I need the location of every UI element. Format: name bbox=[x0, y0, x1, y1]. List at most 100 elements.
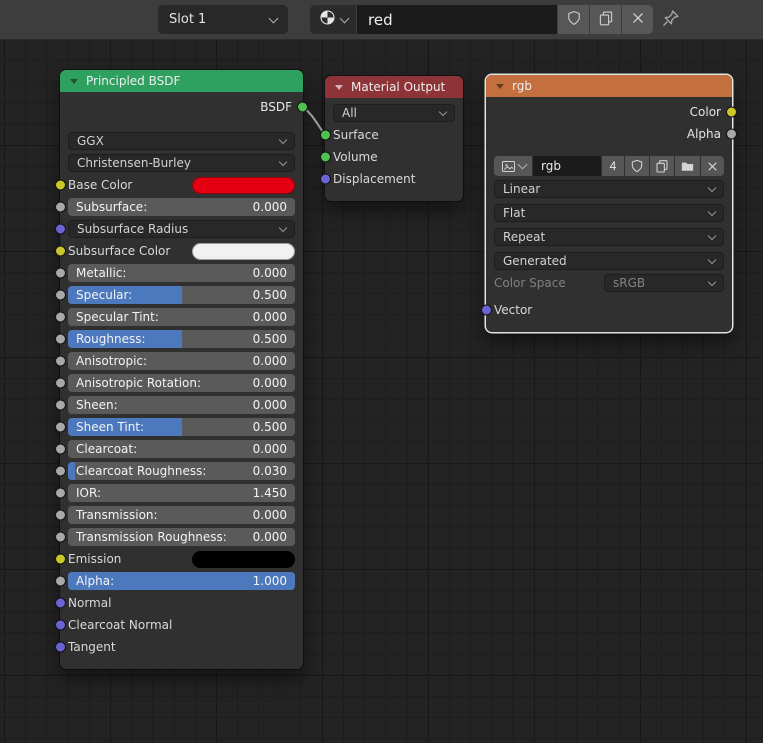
surface-socket[interactable] bbox=[320, 130, 331, 141]
bsdf-socket[interactable] bbox=[297, 102, 308, 113]
ior-slider[interactable]: IOR:1.450 bbox=[68, 484, 295, 502]
transmission-roughness-slider[interactable]: Transmission Roughness:0.000 bbox=[68, 528, 295, 546]
vector-socket[interactable] bbox=[481, 305, 492, 316]
image-users-count: 4 bbox=[610, 159, 617, 173]
specular-tint-socket[interactable] bbox=[55, 312, 66, 323]
anisotropic-socket[interactable] bbox=[55, 356, 66, 367]
color-output-label: Color bbox=[690, 105, 721, 119]
shield-icon bbox=[629, 158, 645, 174]
emission-socket[interactable] bbox=[55, 554, 66, 565]
anisotropic-rotation-socket[interactable] bbox=[55, 378, 66, 389]
generated-dropdown[interactable]: Generated bbox=[494, 252, 724, 270]
metallic-socket[interactable] bbox=[55, 268, 66, 279]
folder-icon bbox=[679, 158, 696, 175]
fake-user-button[interactable] bbox=[625, 156, 649, 176]
subsurface-radius-socket[interactable] bbox=[55, 224, 66, 235]
node-header-rgb-image-texture[interactable]: rgb bbox=[486, 75, 732, 97]
material-name-field[interactable]: red bbox=[357, 5, 557, 34]
fake-user-button[interactable] bbox=[558, 5, 589, 34]
close-icon bbox=[705, 159, 720, 174]
slider-label: Sheen: bbox=[76, 398, 118, 412]
subsurface-radius-dropdown[interactable]: Subsurface Radius bbox=[68, 220, 295, 238]
tangent-socket[interactable] bbox=[55, 642, 66, 653]
transmission-slider[interactable]: Transmission:0.000 bbox=[68, 506, 295, 524]
clearcoat-roughness-slider[interactable]: Clearcoat Roughness:0.030 bbox=[68, 462, 295, 480]
alpha-slider[interactable]: Alpha:1.000 bbox=[68, 572, 295, 590]
repeat-dropdown[interactable]: Repeat bbox=[494, 228, 724, 246]
anisotropic-slider[interactable]: Anisotropic:0.000 bbox=[68, 352, 295, 370]
dropdown-value: All bbox=[342, 106, 357, 120]
linear-dropdown[interactable]: Linear bbox=[494, 180, 724, 198]
volume-socket[interactable] bbox=[320, 152, 331, 163]
subsurface-color-label: Subsurface Color bbox=[68, 244, 170, 258]
roughness-slider[interactable]: Roughness:0.500 bbox=[68, 330, 295, 348]
roughness-socket[interactable] bbox=[55, 334, 66, 345]
collapse-triangle-icon[interactable] bbox=[335, 85, 343, 90]
emission-swatch[interactable] bbox=[192, 551, 295, 568]
slot-label: Slot 1 bbox=[169, 12, 206, 27]
emission-label: Emission bbox=[68, 552, 121, 566]
slider-value: 0.030 bbox=[253, 464, 287, 478]
node-header-principled-bsdf[interactable]: Principled BSDF bbox=[60, 70, 303, 92]
transmission-roughness-socket[interactable] bbox=[55, 532, 66, 543]
alpha-socket[interactable] bbox=[726, 129, 737, 140]
image-browse-button[interactable] bbox=[494, 156, 532, 176]
slider-value: 0.000 bbox=[253, 530, 287, 544]
ggx-dropdown[interactable]: GGX bbox=[68, 132, 295, 150]
unlink-image-button[interactable] bbox=[701, 156, 724, 176]
base-color-label: Base Color bbox=[68, 178, 132, 192]
clearcoat-roughness-socket[interactable] bbox=[55, 466, 66, 477]
sheen-tint-slider[interactable]: Sheen Tint:0.500 bbox=[68, 418, 295, 436]
specular-socket[interactable] bbox=[55, 290, 66, 301]
color-socket[interactable] bbox=[726, 107, 737, 118]
specular-tint-slider[interactable]: Specular Tint:0.000 bbox=[68, 308, 295, 326]
image-users-button[interactable]: 4 bbox=[602, 156, 624, 176]
displacement-socket[interactable] bbox=[320, 174, 331, 185]
clearcoat-socket[interactable] bbox=[55, 444, 66, 455]
slot-select[interactable]: Slot 1 bbox=[158, 5, 288, 34]
flat-dropdown[interactable]: Flat bbox=[494, 204, 724, 222]
sheen-tint-socket[interactable] bbox=[55, 422, 66, 433]
node-header-material-output[interactable]: Material Output bbox=[325, 76, 463, 98]
alpha-row: Alpha:1.000 bbox=[60, 570, 303, 592]
collapse-triangle-icon[interactable] bbox=[496, 84, 504, 89]
node-principled-bsdf: Principled BSDFBSDFGGXChristensen-Burley… bbox=[60, 70, 303, 669]
alpha-socket[interactable] bbox=[55, 576, 66, 587]
metallic-slider[interactable]: Metallic:0.000 bbox=[68, 264, 295, 282]
roughness-row: Roughness:0.500 bbox=[60, 328, 303, 350]
surface-row: Surface bbox=[325, 124, 463, 146]
subsurface-color-socket[interactable] bbox=[55, 246, 66, 257]
material-browse-button[interactable] bbox=[310, 5, 356, 34]
anisotropic-rotation-slider[interactable]: Anisotropic Rotation:0.000 bbox=[68, 374, 295, 392]
slider-value: 1.000 bbox=[253, 574, 287, 588]
ior-socket[interactable] bbox=[55, 488, 66, 499]
open-image-button[interactable] bbox=[675, 156, 700, 176]
copy-image-button[interactable] bbox=[650, 156, 674, 176]
transmission-socket[interactable] bbox=[55, 510, 66, 521]
base-color-socket[interactable] bbox=[55, 180, 66, 191]
sheen-socket[interactable] bbox=[55, 400, 66, 411]
anisotropic-rotation-row: Anisotropic Rotation:0.000 bbox=[60, 372, 303, 394]
image-name-field[interactable]: rgb bbox=[533, 156, 601, 176]
christensen-burley-dropdown[interactable]: Christensen-Burley bbox=[68, 154, 295, 172]
color-space-dropdown[interactable]: sRGB bbox=[604, 274, 724, 292]
normal-socket[interactable] bbox=[55, 598, 66, 609]
unlink-material-button[interactable] bbox=[622, 5, 653, 34]
base-color-swatch[interactable] bbox=[192, 177, 295, 194]
new-material-button[interactable] bbox=[590, 5, 621, 34]
slider-label: Anisotropic: bbox=[76, 354, 147, 368]
specular-slider[interactable]: Specular:0.500 bbox=[68, 286, 295, 304]
slider-value: 0.000 bbox=[253, 266, 287, 280]
all-dropdown[interactable]: All bbox=[333, 104, 455, 122]
image-row-row: rgb 4 bbox=[486, 154, 732, 178]
clearcoat-slider[interactable]: Clearcoat:0.000 bbox=[68, 440, 295, 458]
collapse-triangle-icon[interactable] bbox=[70, 79, 78, 84]
clearcoat-normal-socket[interactable] bbox=[55, 620, 66, 631]
sheen-slider[interactable]: Sheen:0.000 bbox=[68, 396, 295, 414]
clearcoat-normal-input-label: Clearcoat Normal bbox=[68, 618, 172, 632]
subsurface-socket[interactable] bbox=[55, 202, 66, 213]
subsurface-slider[interactable]: Subsurface:0.000 bbox=[68, 198, 295, 216]
subsurface-color-swatch[interactable] bbox=[192, 243, 295, 260]
pin-icon[interactable] bbox=[660, 8, 681, 33]
metallic-row: Metallic:0.000 bbox=[60, 262, 303, 284]
